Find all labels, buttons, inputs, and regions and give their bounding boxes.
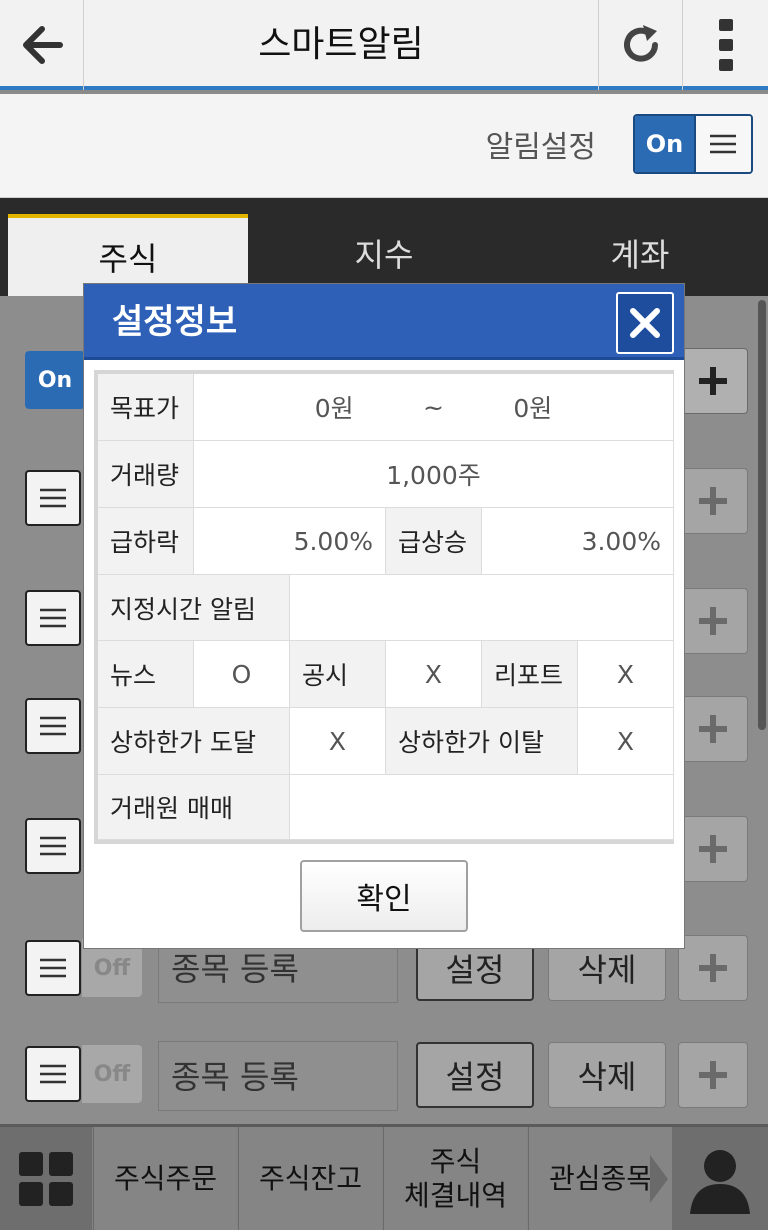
back-arrow-icon: [22, 26, 63, 64]
delete-button[interactable]: 삭제: [548, 1042, 666, 1108]
time-alarm-label: 지정시간 알림: [98, 575, 290, 641]
sharp-rise-value: 3.00%: [482, 508, 674, 575]
row-toggle-on[interactable]: On: [25, 351, 85, 409]
grip-icon: [40, 958, 66, 978]
nav-stock-balance[interactable]: 주식잔고: [238, 1127, 382, 1230]
add-row-button[interactable]: [678, 1042, 748, 1108]
add-row-button[interactable]: [678, 935, 748, 1001]
close-icon: [630, 308, 660, 338]
setting-info-dialog: 설정정보 목표가 0원 ~ 0원 거래량 1,000주 급하락 5.00% 급상…: [84, 284, 684, 948]
add-row-button[interactable]: [678, 696, 748, 762]
dialog-title: 설정정보: [112, 302, 238, 342]
row-grip-button[interactable]: [25, 590, 81, 646]
add-row-button[interactable]: [678, 816, 748, 882]
disclosure-label: 공시: [290, 641, 386, 708]
grip-icon: [40, 836, 66, 856]
grip-icon: [40, 716, 66, 736]
grip-icon: [40, 608, 66, 628]
row-grip-button[interactable]: [25, 698, 81, 754]
tab-bar: 주식 지수 계좌: [0, 198, 768, 296]
nav-stock-execution-line2: 체결내역: [403, 1178, 508, 1212]
user-profile-button[interactable]: [672, 1127, 768, 1230]
broker-trade-value: [290, 775, 674, 840]
back-button[interactable]: [0, 0, 84, 90]
set-button[interactable]: 설정: [416, 1042, 534, 1108]
row-toggle-off[interactable]: Off: [82, 1045, 142, 1103]
confirm-button[interactable]: 확인: [300, 860, 468, 932]
sharp-rise-label: 급상승: [386, 508, 482, 575]
plus-icon: [699, 367, 727, 395]
grip-icon: [40, 1064, 66, 1084]
plus-icon: [699, 1061, 727, 1089]
user-icon: [690, 1149, 750, 1214]
page-title: 스마트알림: [258, 24, 424, 65]
toggle-on-label: On: [635, 116, 694, 172]
grip-icon: [40, 488, 66, 508]
target-price-to: 0원: [513, 394, 553, 423]
more-vertical-icon: [718, 19, 733, 71]
add-row-button[interactable]: [678, 588, 748, 654]
menu-grid-button[interactable]: [0, 1127, 92, 1230]
plus-icon: [699, 715, 727, 743]
row-grip-button[interactable]: [25, 818, 81, 874]
dialog-header: 설정정보: [84, 284, 684, 360]
nav-stock-execution-line1: 주식: [429, 1144, 482, 1178]
target-price-from: 0원: [314, 394, 354, 423]
limit-reach-value: X: [290, 708, 386, 775]
refresh-button[interactable]: [598, 0, 682, 90]
target-price-label: 목표가: [98, 374, 194, 441]
setting-info-table: 목표가 0원 ~ 0원 거래량 1,000주 급하락 5.00% 급상승 3.0…: [94, 370, 674, 844]
report-label: 리포트: [482, 641, 578, 708]
news-value: O: [194, 641, 290, 708]
row-grip-button[interactable]: [25, 470, 81, 526]
add-row-button[interactable]: [678, 468, 748, 534]
scroll-right-icon: [650, 1155, 668, 1203]
sharp-drop-label: 급하락: [98, 508, 194, 575]
nav-stock-execution[interactable]: 주식 체결내역: [383, 1127, 527, 1230]
grip-icon: [693, 116, 751, 172]
row-grip-button[interactable]: [25, 940, 81, 996]
limit-break-value: X: [578, 708, 674, 775]
plus-icon: [699, 835, 727, 863]
bottom-nav: 주식주문 주식잔고 주식 체결내역 관심종목: [0, 1124, 768, 1230]
grid-icon: [19, 1151, 73, 1206]
target-price-separator: ~: [423, 392, 444, 422]
nav-stock-order[interactable]: 주식주문: [93, 1127, 237, 1230]
news-label: 뉴스: [98, 641, 194, 708]
time-alarm-value: [290, 575, 674, 641]
limit-reach-label: 상하한가 도달: [98, 708, 290, 775]
volume-value: 1,000주: [194, 441, 674, 508]
disclosure-value: X: [386, 641, 482, 708]
alarm-master-toggle[interactable]: On: [633, 114, 753, 174]
broker-trade-label: 거래원 매매: [98, 775, 290, 840]
plus-icon: [699, 954, 727, 982]
report-value: X: [578, 641, 674, 708]
volume-label: 거래량: [98, 441, 194, 508]
sharp-drop-value: 5.00%: [194, 508, 386, 575]
row-grip-button[interactable]: [25, 1046, 81, 1102]
target-price-value: 0원 ~ 0원: [194, 374, 674, 441]
alarm-setting-label: 알림설정: [485, 130, 596, 165]
plus-icon: [699, 487, 727, 515]
close-button[interactable]: [616, 292, 674, 354]
more-menu-button[interactable]: [682, 0, 768, 90]
add-row-button[interactable]: [678, 348, 748, 414]
plus-icon: [699, 607, 727, 635]
scrollbar[interactable]: [758, 300, 766, 730]
refresh-icon: [623, 25, 658, 62]
limit-break-label: 상하한가 이탈: [386, 708, 578, 775]
app-header: 스마트알림: [0, 0, 768, 90]
stock-register-field[interactable]: 종목 등록: [158, 1041, 398, 1111]
